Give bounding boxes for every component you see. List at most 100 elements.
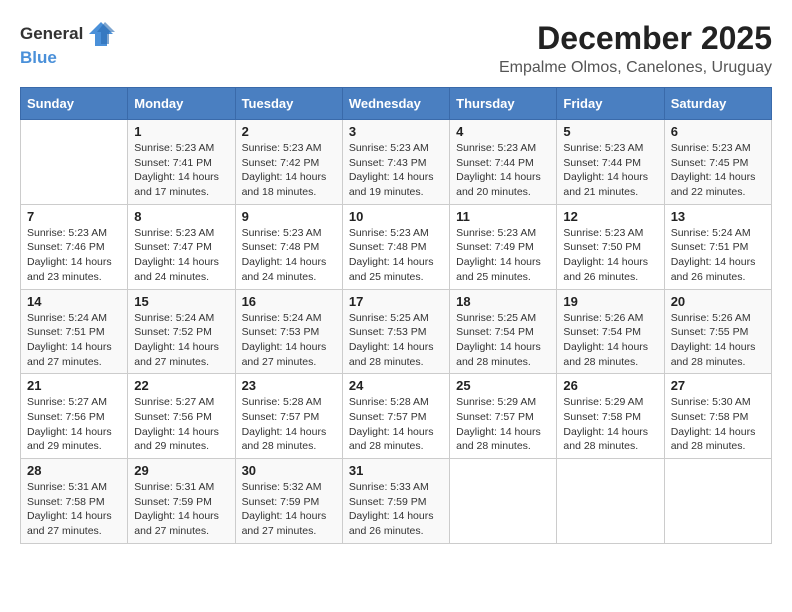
day-number: 9 [242,209,336,224]
day-info: Sunrise: 5:23 AM Sunset: 7:49 PM Dayligh… [456,226,550,285]
sunrise-text: Sunrise: 5:27 AM [27,396,107,408]
calendar-week-row: 1 Sunrise: 5:23 AM Sunset: 7:41 PM Dayli… [21,120,772,205]
sunset-text: Sunset: 7:57 PM [349,411,427,423]
calendar-cell [450,459,557,544]
calendar-cell: 23 Sunrise: 5:28 AM Sunset: 7:57 PM Dayl… [235,374,342,459]
day-number: 26 [563,378,657,393]
calendar-cell: 2 Sunrise: 5:23 AM Sunset: 7:42 PM Dayli… [235,120,342,205]
sunset-text: Sunset: 7:53 PM [242,326,320,338]
calendar-cell: 14 Sunrise: 5:24 AM Sunset: 7:51 PM Dayl… [21,289,128,374]
day-info: Sunrise: 5:24 AM Sunset: 7:53 PM Dayligh… [242,311,336,370]
day-number: 5 [563,124,657,139]
daylight-text: Daylight: 14 hours and 27 minutes. [242,341,327,368]
day-info: Sunrise: 5:29 AM Sunset: 7:57 PM Dayligh… [456,395,550,454]
day-number: 10 [349,209,443,224]
daylight-text: Daylight: 14 hours and 28 minutes. [456,341,541,368]
sunrise-text: Sunrise: 5:32 AM [242,481,322,493]
sunrise-text: Sunrise: 5:23 AM [27,227,107,239]
sunset-text: Sunset: 7:53 PM [349,326,427,338]
header: General Blue December 2025 Empalme Olmos… [20,20,772,77]
sunrise-text: Sunrise: 5:23 AM [349,227,429,239]
sunrise-text: Sunrise: 5:26 AM [563,312,643,324]
daylight-text: Daylight: 14 hours and 17 minutes. [134,171,219,198]
day-info: Sunrise: 5:26 AM Sunset: 7:55 PM Dayligh… [671,311,765,370]
sunset-text: Sunset: 7:47 PM [134,241,212,253]
calendar-cell: 24 Sunrise: 5:28 AM Sunset: 7:57 PM Dayl… [342,374,449,459]
day-number: 8 [134,209,228,224]
sunrise-text: Sunrise: 5:23 AM [349,142,429,154]
daylight-text: Daylight: 14 hours and 25 minutes. [349,256,434,283]
day-number: 25 [456,378,550,393]
title-area: December 2025 Empalme Olmos, Canelones, … [499,20,772,77]
day-info: Sunrise: 5:27 AM Sunset: 7:56 PM Dayligh… [27,395,121,454]
daylight-text: Daylight: 14 hours and 28 minutes. [242,426,327,453]
sunset-text: Sunset: 7:44 PM [456,157,534,169]
sunset-text: Sunset: 7:48 PM [349,241,427,253]
day-info: Sunrise: 5:25 AM Sunset: 7:53 PM Dayligh… [349,311,443,370]
day-info: Sunrise: 5:23 AM Sunset: 7:46 PM Dayligh… [27,226,121,285]
sunrise-text: Sunrise: 5:29 AM [563,396,643,408]
sunrise-text: Sunrise: 5:29 AM [456,396,536,408]
calendar-cell: 12 Sunrise: 5:23 AM Sunset: 7:50 PM Dayl… [557,204,664,289]
day-number: 1 [134,124,228,139]
sunrise-text: Sunrise: 5:27 AM [134,396,214,408]
calendar-cell: 21 Sunrise: 5:27 AM Sunset: 7:56 PM Dayl… [21,374,128,459]
sunrise-text: Sunrise: 5:23 AM [242,227,322,239]
sunrise-text: Sunrise: 5:23 AM [563,227,643,239]
calendar-cell: 3 Sunrise: 5:23 AM Sunset: 7:43 PM Dayli… [342,120,449,205]
daylight-text: Daylight: 14 hours and 23 minutes. [27,256,112,283]
day-number: 20 [671,294,765,309]
sunset-text: Sunset: 7:58 PM [27,496,105,508]
sunrise-text: Sunrise: 5:23 AM [456,227,536,239]
day-number: 14 [27,294,121,309]
calendar-cell: 13 Sunrise: 5:24 AM Sunset: 7:51 PM Dayl… [664,204,771,289]
calendar-week-row: 21 Sunrise: 5:27 AM Sunset: 7:56 PM Dayl… [21,374,772,459]
logo: General Blue [20,20,115,68]
calendar-cell: 9 Sunrise: 5:23 AM Sunset: 7:48 PM Dayli… [235,204,342,289]
day-info: Sunrise: 5:23 AM Sunset: 7:44 PM Dayligh… [456,141,550,200]
sunset-text: Sunset: 7:56 PM [134,411,212,423]
day-number: 4 [456,124,550,139]
sunset-text: Sunset: 7:59 PM [349,496,427,508]
day-number: 23 [242,378,336,393]
sunset-text: Sunset: 7:59 PM [134,496,212,508]
calendar-cell: 30 Sunrise: 5:32 AM Sunset: 7:59 PM Dayl… [235,459,342,544]
sunrise-text: Sunrise: 5:31 AM [27,481,107,493]
daylight-text: Daylight: 14 hours and 29 minutes. [27,426,112,453]
daylight-text: Daylight: 14 hours and 28 minutes. [671,341,756,368]
day-number: 6 [671,124,765,139]
day-info: Sunrise: 5:24 AM Sunset: 7:52 PM Dayligh… [134,311,228,370]
col-thursday: Thursday [450,88,557,120]
sunrise-text: Sunrise: 5:33 AM [349,481,429,493]
day-number: 16 [242,294,336,309]
sunrise-text: Sunrise: 5:24 AM [671,227,751,239]
day-number: 24 [349,378,443,393]
sunset-text: Sunset: 7:58 PM [563,411,641,423]
calendar-header-row: Sunday Monday Tuesday Wednesday Thursday… [21,88,772,120]
daylight-text: Daylight: 14 hours and 28 minutes. [349,341,434,368]
daylight-text: Daylight: 14 hours and 27 minutes. [27,341,112,368]
calendar-cell: 15 Sunrise: 5:24 AM Sunset: 7:52 PM Dayl… [128,289,235,374]
calendar-cell: 16 Sunrise: 5:24 AM Sunset: 7:53 PM Dayl… [235,289,342,374]
col-wednesday: Wednesday [342,88,449,120]
day-info: Sunrise: 5:24 AM Sunset: 7:51 PM Dayligh… [27,311,121,370]
logo-general-text: General [20,24,83,44]
day-info: Sunrise: 5:26 AM Sunset: 7:54 PM Dayligh… [563,311,657,370]
sunset-text: Sunset: 7:49 PM [456,241,534,253]
daylight-text: Daylight: 14 hours and 25 minutes. [456,256,541,283]
calendar-cell: 6 Sunrise: 5:23 AM Sunset: 7:45 PM Dayli… [664,120,771,205]
sunrise-text: Sunrise: 5:23 AM [456,142,536,154]
day-info: Sunrise: 5:23 AM Sunset: 7:45 PM Dayligh… [671,141,765,200]
calendar-table: Sunday Monday Tuesday Wednesday Thursday… [20,87,772,544]
daylight-text: Daylight: 14 hours and 26 minutes. [349,510,434,537]
daylight-text: Daylight: 14 hours and 18 minutes. [242,171,327,198]
day-info: Sunrise: 5:29 AM Sunset: 7:58 PM Dayligh… [563,395,657,454]
calendar-cell: 25 Sunrise: 5:29 AM Sunset: 7:57 PM Dayl… [450,374,557,459]
day-number: 3 [349,124,443,139]
sunset-text: Sunset: 7:56 PM [27,411,105,423]
sunset-text: Sunset: 7:51 PM [27,326,105,338]
calendar-cell: 28 Sunrise: 5:31 AM Sunset: 7:58 PM Dayl… [21,459,128,544]
calendar-cell: 31 Sunrise: 5:33 AM Sunset: 7:59 PM Dayl… [342,459,449,544]
sunset-text: Sunset: 7:46 PM [27,241,105,253]
daylight-text: Daylight: 14 hours and 26 minutes. [563,256,648,283]
